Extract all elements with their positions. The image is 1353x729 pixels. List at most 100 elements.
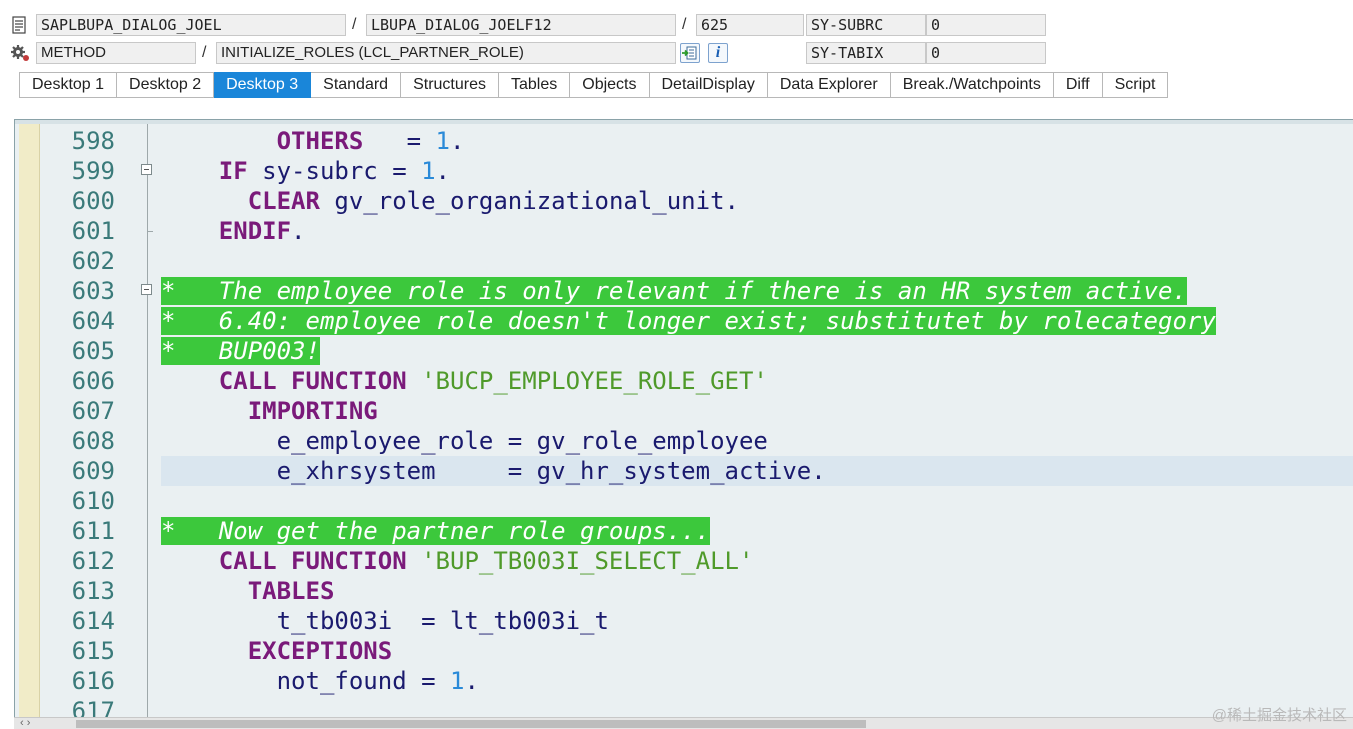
source-code-editor[interactable]: 598 OTHERS = 1. 599 IF sy-subrc = 1. 600 C… (14, 119, 1353, 728)
code-text: ENDIF. (161, 216, 306, 246)
comment-text: * The employee role is only relevant if … (161, 277, 1187, 305)
line-number: 600 (71, 187, 115, 215)
code-keyword: OTHERS (276, 127, 364, 155)
line-number: 605 (71, 337, 115, 365)
sy-tabix-value-field[interactable]: 0 (926, 42, 1046, 64)
code-line[interactable]: 605 * BUP003! (15, 336, 1353, 366)
watermark: @稀土掘金技术社区 (1211, 707, 1347, 724)
event-name-field[interactable]: INITIALIZE_ROLES (LCL_PARTNER_ROLE) (216, 42, 676, 64)
code-number: 1 (435, 127, 450, 155)
code-token: sy-subrc = (247, 157, 422, 185)
program-doc-icon (10, 16, 28, 34)
tab-script[interactable]: Script (1102, 72, 1169, 98)
code-comment: * BUP003! (161, 336, 320, 366)
tab-desktop-1[interactable]: Desktop 1 (19, 72, 118, 98)
code-token: . (291, 217, 306, 245)
code-line[interactable]: 614 t_tb003i = lt_tb003i_t (15, 606, 1353, 636)
tab-desktop-2[interactable]: Desktop 2 (117, 72, 215, 98)
code-text: e_xhrsystem = gv_hr_system_active. (161, 456, 826, 486)
code-token: . (464, 667, 479, 695)
gear-icon (10, 44, 29, 62)
code-text: CLEAR gv_role_organizational_unit. (161, 186, 739, 216)
code-line[interactable]: 613 TABLES (15, 576, 1353, 606)
code-line[interactable]: 601 ENDIF. (15, 216, 1353, 246)
line-number: 611 (71, 517, 115, 545)
program-name-field[interactable]: SAPLBUPA_DIALOG_JOEL (36, 14, 346, 36)
code-line[interactable]: 612 CALL FUNCTION 'BUP_TB003I_SELECT_ALL… (15, 546, 1353, 576)
separator: / (352, 16, 357, 33)
tab-standard[interactable]: Standard (311, 72, 402, 98)
line-number: 610 (71, 487, 115, 515)
code-comment: * 6.40: employee role doesn't longer exi… (161, 306, 1216, 336)
code-line[interactable]: 602 (15, 246, 1353, 276)
code-line[interactable]: 609 e_xhrsystem = gv_hr_system_active. (15, 456, 1353, 486)
include-name-field[interactable]: LBUPA_DIALOG_JOELF12 (366, 14, 676, 36)
code-text: TABLES (161, 576, 335, 606)
tab-diff[interactable]: Diff (1053, 72, 1103, 98)
code-line[interactable]: 606 CALL FUNCTION 'BUCP_EMPLOYEE_ROLE_GE… (15, 366, 1353, 396)
code-keyword: IMPORTING (247, 397, 378, 425)
debugger-tabs: Desktop 1 Desktop 2 Desktop 3 Standard Struc… (19, 72, 1169, 98)
code-comment: * Now get the partner role groups... (161, 516, 711, 546)
code-string: 'BUP_TB003I_SELECT_ALL' (421, 547, 754, 575)
code-line[interactable]: 603 * The employee role is only relevant … (15, 276, 1353, 306)
sy-tabix-name-field[interactable]: SY-TABIX (806, 42, 926, 64)
line-number: 609 (71, 457, 115, 485)
tab-desktop-3[interactable]: Desktop 3 (214, 72, 312, 98)
info-glyph: i (715, 44, 721, 61)
line-number-field[interactable]: 625 (696, 14, 804, 36)
tab-break-watchpoints[interactable]: Break./Watchpoints (890, 72, 1054, 98)
event-type-field[interactable]: METHOD (36, 42, 196, 64)
navigate-to-source-icon[interactable] (680, 43, 700, 63)
scroll-arrows[interactable]: ‹ › (20, 717, 30, 729)
code-line[interactable]: 611 * Now get the partner role groups... (15, 516, 1353, 546)
code-token: . (450, 127, 465, 155)
code-token: . (435, 157, 450, 185)
code-text: not_found = 1. (161, 666, 479, 696)
code-keyword: CALL FUNCTION (218, 547, 407, 575)
code-keyword: ENDIF (218, 217, 292, 245)
code-line[interactable]: 604 * 6.40: employee role doesn't longer … (15, 306, 1353, 336)
code-keyword: CLEAR (247, 187, 320, 215)
code-line[interactable]: 608 e_employee_role = gv_role_employee (15, 426, 1353, 456)
header-row-program: SAPLBUPA_DIALOG_JOEL / LBUPA_DIALOG_JOEL… (0, 14, 1353, 40)
code-line[interactable]: 607 IMPORTING (15, 396, 1353, 426)
tab-objects[interactable]: Objects (570, 72, 650, 98)
code-text: CALL FUNCTION 'BUP_TB003I_SELECT_ALL' (161, 546, 754, 576)
separator: / (202, 44, 207, 61)
editor-top-border (15, 120, 1353, 124)
code-line[interactable]: 616 not_found = 1. (15, 666, 1353, 696)
tab-detaildisplay[interactable]: DetailDisplay (649, 72, 768, 98)
horizontal-scrollbar[interactable] (14, 717, 1353, 729)
code-token: t_tb003i = lt_tb003i_t (161, 607, 609, 635)
code-token: e_xhrsystem = gv_hr_system_active. (161, 457, 826, 485)
code-line[interactable]: 615 EXCEPTIONS (15, 636, 1353, 666)
tab-tables[interactable]: Tables (499, 72, 571, 98)
tab-data-explorer[interactable]: Data Explorer (767, 72, 891, 98)
sy-subrc-value-field[interactable]: 0 (926, 14, 1046, 36)
code-token: not_found = (161, 667, 450, 695)
sy-subrc-name-field[interactable]: SY-SUBRC (806, 14, 926, 36)
horizontal-scrollbar-thumb[interactable] (76, 720, 866, 728)
code-line[interactable]: 598 OTHERS = 1. (15, 126, 1353, 156)
code-string: 'BUCP_EMPLOYEE_ROLE_GET' (421, 367, 768, 395)
code-line[interactable]: 599 IF sy-subrc = 1. (15, 156, 1353, 186)
code-keyword: IF (218, 157, 248, 185)
line-number: 616 (71, 667, 115, 695)
code-line[interactable]: 610 (15, 486, 1353, 516)
code-token: e_employee_role = gv_role_employee (161, 427, 768, 455)
line-number: 612 (71, 547, 115, 575)
info-icon[interactable]: i (708, 43, 728, 63)
fold-collapse-icon[interactable] (141, 164, 152, 175)
code-line[interactable]: 600 CLEAR gv_role_organizational_unit. (15, 186, 1353, 216)
code-text: t_tb003i = lt_tb003i_t (161, 606, 609, 636)
tab-structures[interactable]: Structures (401, 72, 499, 98)
fold-collapse-icon[interactable] (141, 284, 152, 295)
